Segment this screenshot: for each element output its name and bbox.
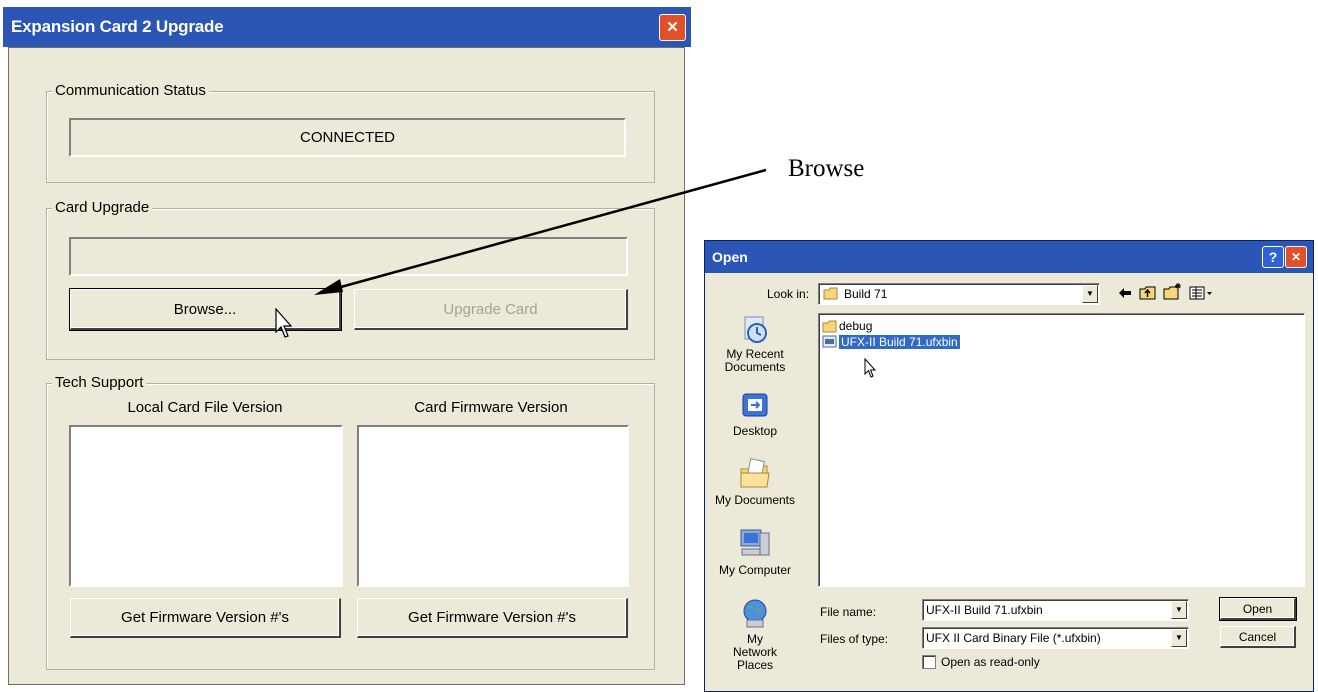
place-label: My Recent Documents [724, 347, 786, 374]
place-network-places[interactable]: My Network Places [705, 598, 805, 672]
file-name-label: File name: [820, 605, 877, 619]
chevron-down-icon[interactable]: ▼ [1171, 601, 1187, 619]
close-icon: ✕ [1290, 250, 1302, 264]
mouse-pointer-icon [864, 358, 877, 378]
read-only-label: Open as read-only [941, 655, 1040, 669]
place-label: Desktop [732, 424, 778, 438]
new-folder-icon[interactable] [1163, 283, 1183, 301]
file-type-select[interactable]: UFX II Card Binary File (*.ufxbin) ▼ [922, 627, 1189, 649]
look-in-combo[interactable]: Build 71 ▼ [818, 283, 1100, 305]
file-name: UFX-II Build 71.ufxbin [839, 334, 960, 349]
file-name-value: UFX-II Build 71.ufxbin [926, 603, 1043, 617]
look-in-label: Look in: [767, 287, 810, 301]
open-button[interactable]: Open [1219, 597, 1297, 621]
chevron-down-icon[interactable]: ▼ [1171, 629, 1187, 647]
help-button[interactable]: ? [1262, 246, 1284, 268]
file-type-label: Files of type: [820, 632, 889, 646]
place-label: My Computer [718, 563, 792, 577]
chevron-down-icon[interactable]: ▼ [1082, 285, 1098, 303]
places-bar: My Recent Documents Desktop My Documents [705, 313, 810, 683]
place-label: My Network Places [732, 632, 777, 672]
help-icon: ? [1268, 249, 1278, 265]
folder-icon [822, 320, 837, 332]
cancel-button[interactable]: Cancel [1220, 626, 1296, 648]
open-dialog-close-button[interactable]: ✕ [1285, 246, 1307, 268]
open-button-label: Open [1242, 601, 1273, 616]
cancel-button-label: Cancel [1238, 629, 1277, 644]
file-type-value: UFX II Card Binary File (*.ufxbin) [926, 631, 1101, 645]
annotation-label: Browse [788, 155, 865, 182]
read-only-checkbox[interactable] [922, 655, 936, 669]
binary-file-icon [822, 335, 837, 348]
file-name: debug [839, 319, 873, 333]
open-file-dialog: Open ? ✕ Look in: Build 71 ▼ My Recent D… [704, 240, 1314, 692]
place-label: My Documents [714, 493, 796, 507]
desktop-icon [742, 393, 768, 417]
file-list-item-selected[interactable]: UFX-II Build 71.ufxbin [822, 334, 960, 349]
up-folder-icon[interactable] [1139, 285, 1157, 301]
file-list-item[interactable]: debug [822, 319, 872, 333]
open-dialog-title: Open [712, 249, 748, 265]
my-computer-icon [740, 529, 770, 556]
look-in-value: Build 71 [844, 287, 888, 301]
my-documents-icon [740, 458, 770, 488]
place-my-computer[interactable]: My Computer [705, 527, 805, 577]
back-icon[interactable] [1117, 285, 1133, 301]
place-my-documents[interactable]: My Documents [705, 457, 805, 507]
network-places-icon [743, 599, 767, 628]
place-recent-documents[interactable]: My Recent Documents [705, 313, 805, 374]
file-list[interactable]: debug UFX-II Build 71.ufxbin [818, 313, 1305, 587]
view-menu-icon[interactable] [1189, 285, 1215, 301]
folder-icon [823, 287, 838, 300]
recent-documents-icon [744, 316, 767, 343]
open-dialog-titlebar[interactable]: Open ? ✕ [705, 241, 1313, 273]
file-name-input[interactable]: UFX-II Build 71.ufxbin ▼ [922, 599, 1189, 621]
place-desktop[interactable]: Desktop [705, 390, 805, 438]
